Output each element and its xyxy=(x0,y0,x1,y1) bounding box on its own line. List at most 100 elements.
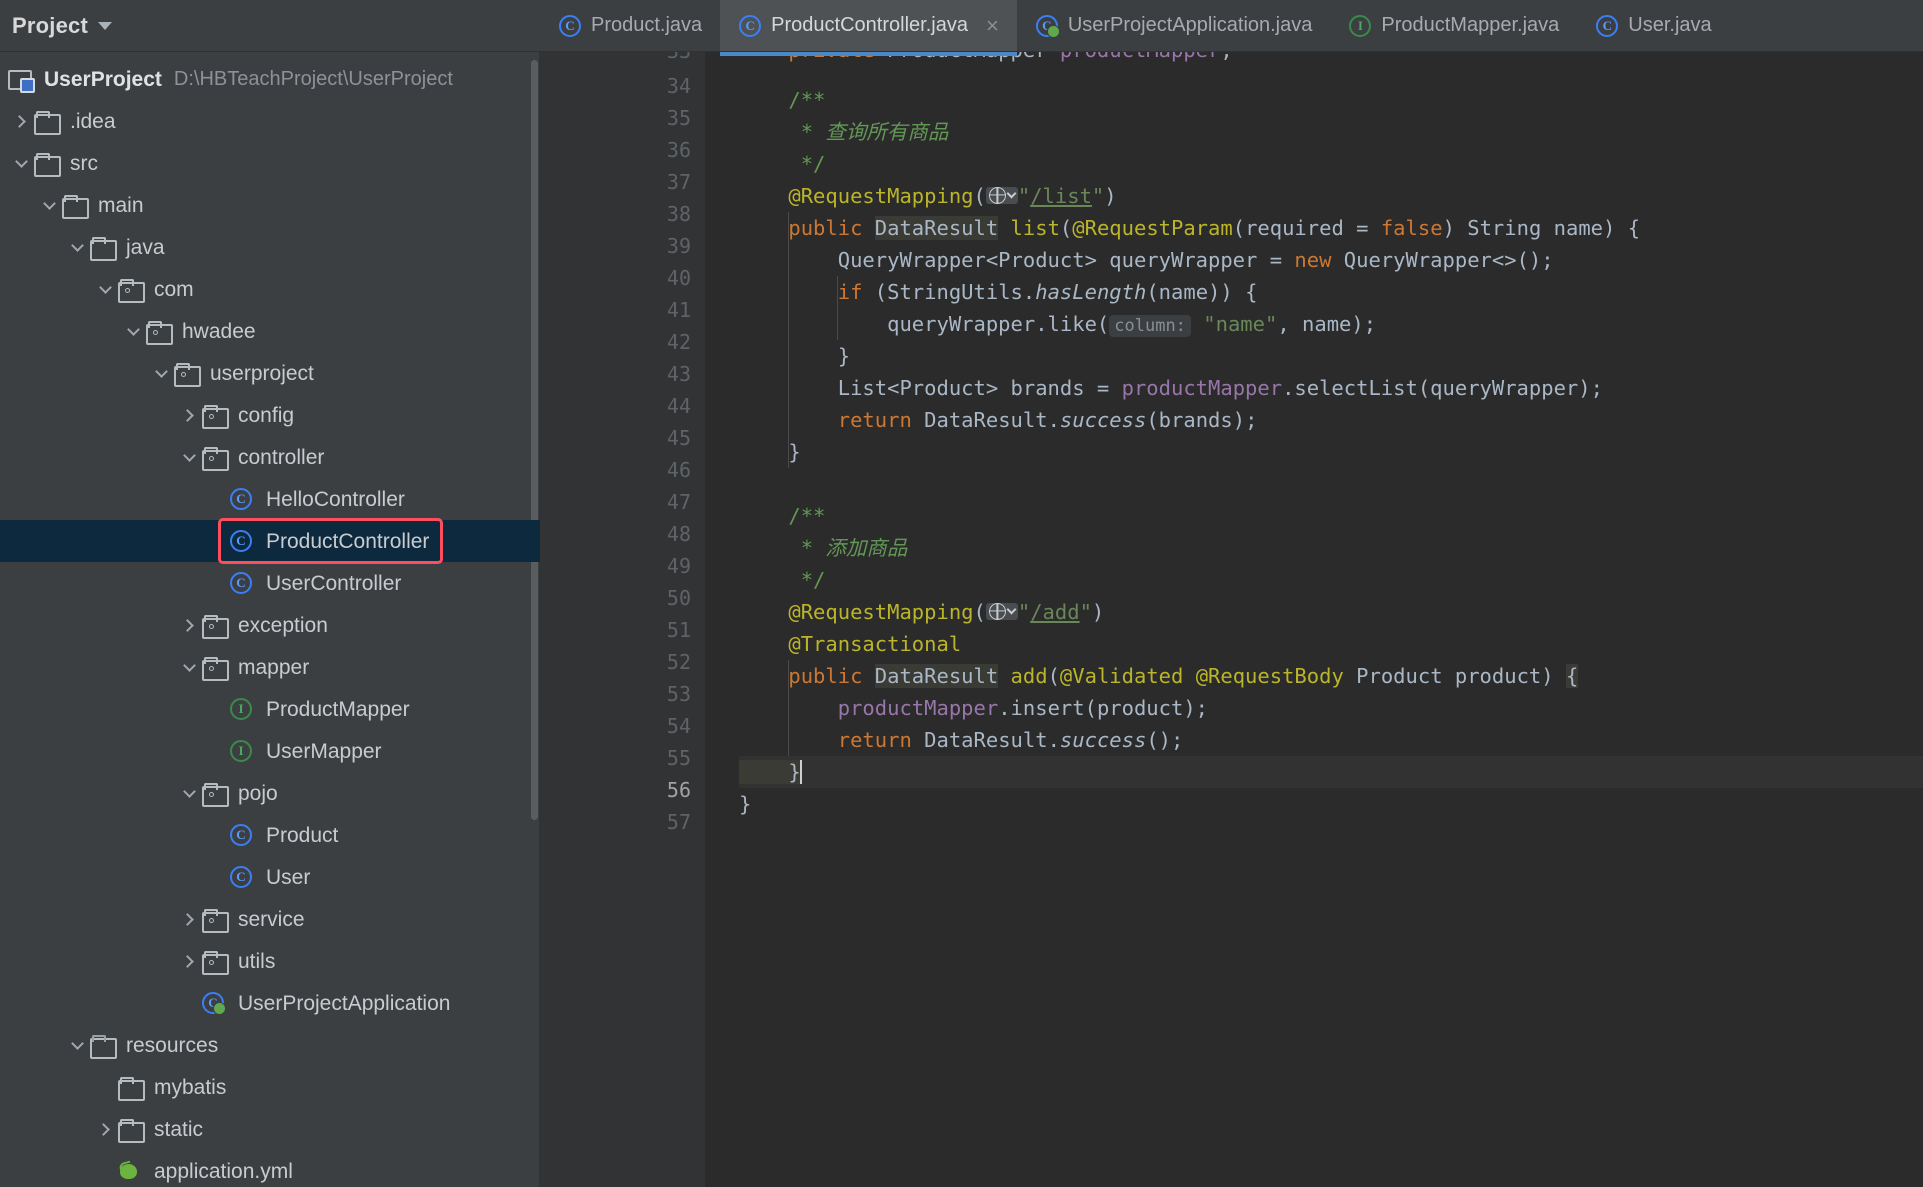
gutter-line-36[interactable]: 36 xyxy=(540,134,705,166)
tree-item-java[interactable]: java xyxy=(0,226,540,268)
gutter-line-47[interactable]: 47 xyxy=(540,486,705,518)
editor-code-area[interactable]: private ProductMapper productMapper; /**… xyxy=(705,52,1923,1187)
code-line-57[interactable]: } xyxy=(739,788,1923,820)
code-line-45[interactable]: return DataResult.success(brands); xyxy=(739,404,1923,436)
code-line-50[interactable]: */ xyxy=(739,564,1923,596)
tree-item-userprojectapplication[interactable]: C UserProjectApplication xyxy=(0,982,540,1024)
chevron-down-icon[interactable] xyxy=(36,184,62,226)
code-line-36[interactable]: * 查询所有商品 xyxy=(739,116,1923,148)
web-mapping-gutter-icon[interactable] xyxy=(985,186,1018,204)
code-line-55[interactable]: return DataResult.success(); xyxy=(739,724,1923,756)
tree-item-mapper[interactable]: mapper xyxy=(0,646,540,688)
code-line-51[interactable]: @RequestMapping("/add") xyxy=(739,596,1923,628)
tree-item-product[interactable]: C Product xyxy=(0,814,540,856)
gutter-line-55[interactable]: 55 xyxy=(540,742,705,774)
project-root-node[interactable]: UserProject D:\HBTeachProject\UserProject xyxy=(0,58,540,100)
gutter-line-34[interactable]: 34 xyxy=(540,70,705,102)
gutter-line-43[interactable]: 43 xyxy=(540,358,705,390)
chevron-right-icon[interactable] xyxy=(176,604,202,646)
chevron-down-icon[interactable] xyxy=(64,1024,90,1066)
chevron-down-icon[interactable] xyxy=(8,142,34,184)
tree-item-application-yml[interactable]: application.yml xyxy=(0,1150,540,1187)
tree-item-usercontroller[interactable]: C UserController xyxy=(0,562,540,604)
chevron-down-icon[interactable] xyxy=(176,772,202,814)
tree-item-config[interactable]: config xyxy=(0,394,540,436)
code-line-54[interactable]: productMapper.insert(product); xyxy=(739,692,1923,724)
code-line-40[interactable]: QueryWrapper<Product> queryWrapper = new… xyxy=(739,244,1923,276)
tree-item-static[interactable]: static xyxy=(0,1108,540,1150)
web-mapping-gutter-icon[interactable] xyxy=(985,602,1018,620)
tree-item-src[interactable]: src xyxy=(0,142,540,184)
gutter-line-48[interactable]: 48 xyxy=(540,518,705,550)
tree-item--idea[interactable]: .idea xyxy=(0,100,540,142)
gutter-line-35[interactable]: 35 xyxy=(540,102,705,134)
tree-item-exception[interactable]: exception xyxy=(0,604,540,646)
chevron-right-icon[interactable] xyxy=(176,940,202,982)
gutter-line-39[interactable]: 39 xyxy=(540,230,729,262)
editor-gutter[interactable]: 33 34 35 36 37 38 39 40 41 42 43 44 45 46 47 48 49 50 51 52… xyxy=(540,52,729,1187)
code-line-41[interactable]: if (StringUtils.hasLength(name)) { xyxy=(739,276,1923,308)
editor-tab-userprojectapplication-java[interactable]: C UserProjectApplication.java xyxy=(1017,0,1331,51)
tree-item-com[interactable]: com xyxy=(0,268,540,310)
code-line-46[interactable]: } xyxy=(739,436,1923,468)
project-tree[interactable]: UserProject D:\HBTeachProject\UserProject… xyxy=(0,52,540,1187)
chevron-down-icon[interactable] xyxy=(92,268,118,310)
code-line-42[interactable]: queryWrapper.like(column: "name", name); xyxy=(739,308,1923,340)
editor-tab-user-java[interactable]: C User.java xyxy=(1577,0,1729,51)
editor-tab-bar[interactable]: C Product.java C ProductController.java × C Us… xyxy=(540,0,1923,52)
gutter-line-44[interactable]: 44 xyxy=(540,390,705,422)
code-line-43[interactable]: } xyxy=(739,340,1923,372)
editor-tab-productmapper-java[interactable]: I ProductMapper.java xyxy=(1330,0,1577,51)
gutter-line-51[interactable]: 51 xyxy=(540,614,705,646)
editor-tab-productcontroller-java[interactable]: C ProductController.java × xyxy=(720,0,1017,51)
chevron-down-icon[interactable] xyxy=(64,226,90,268)
gutter-line-41[interactable]: 41 xyxy=(540,294,705,326)
tree-item-main[interactable]: main xyxy=(0,184,540,226)
close-icon[interactable]: × xyxy=(986,14,999,37)
code-line-37[interactable]: */ xyxy=(739,148,1923,180)
gutter-line-38[interactable]: 38 xyxy=(540,198,705,230)
tree-item-utils[interactable]: utils xyxy=(0,940,540,982)
tree-item-hellocontroller[interactable]: C HelloController xyxy=(0,478,540,520)
gutter-line-50[interactable]: 50 xyxy=(540,582,705,614)
tree-item-productmapper[interactable]: I ProductMapper xyxy=(0,688,540,730)
chevron-right-icon[interactable] xyxy=(92,1108,118,1150)
gutter-line-40[interactable]: 40 xyxy=(540,262,705,294)
tree-item-usermapper[interactable]: I UserMapper xyxy=(0,730,540,772)
chevron-down-icon[interactable] xyxy=(148,352,174,394)
tree-item-userproject[interactable]: userproject xyxy=(0,352,540,394)
code-line-38[interactable]: @RequestMapping("/list") xyxy=(739,180,1923,212)
tree-item-user[interactable]: C User xyxy=(0,856,540,898)
code-line-48[interactable]: /** xyxy=(739,500,1923,532)
chevron-down-icon[interactable] xyxy=(120,310,146,352)
code-line-35[interactable]: /** xyxy=(739,84,1923,116)
gutter-line-46[interactable]: 46 xyxy=(540,454,705,486)
editor-tab-product-java[interactable]: C Product.java xyxy=(540,0,720,51)
tree-item-productcontroller[interactable]: C ProductController xyxy=(0,520,540,562)
chevron-down-icon[interactable] xyxy=(97,21,112,30)
code-line-52[interactable]: @Transactional xyxy=(739,628,1923,660)
chevron-down-icon[interactable] xyxy=(176,436,202,478)
project-tool-window-header[interactable]: Project xyxy=(0,0,540,52)
code-line-49[interactable]: * 添加商品 xyxy=(739,532,1923,564)
tree-item-mybatis[interactable]: mybatis xyxy=(0,1066,540,1108)
gutter-line-53[interactable]: 53 xyxy=(540,678,729,710)
chevron-down-icon[interactable] xyxy=(176,646,202,688)
gutter-line-56[interactable]: 56 xyxy=(540,774,705,806)
code-line-56[interactable]: } xyxy=(739,756,1923,788)
code-line-53[interactable]: public DataResult add(@Validated @Reques… xyxy=(739,660,1923,692)
gutter-line-52[interactable]: 52 xyxy=(540,646,705,678)
gutter-line-37[interactable]: 37 xyxy=(540,166,705,198)
code-line-47[interactable] xyxy=(739,468,1923,500)
tree-item-pojo[interactable]: pojo xyxy=(0,772,540,814)
tree-item-service[interactable]: service xyxy=(0,898,540,940)
gutter-line-42[interactable]: 42 xyxy=(540,326,705,358)
tree-item-controller[interactable]: controller xyxy=(0,436,540,478)
chevron-right-icon[interactable] xyxy=(8,100,34,142)
code-editor[interactable]: 33 34 35 36 37 38 39 40 41 42 43 44 45 46 47 48 49 50 51 52… xyxy=(540,52,1923,1187)
chevron-right-icon[interactable] xyxy=(176,898,202,940)
gutter-line-45[interactable]: 45 xyxy=(540,422,705,454)
code-line-39[interactable]: public DataResult list(@RequestParam(req… xyxy=(739,212,1923,244)
tree-item-resources[interactable]: resources xyxy=(0,1024,540,1066)
gutter-line-57[interactable]: 57 xyxy=(540,806,705,838)
